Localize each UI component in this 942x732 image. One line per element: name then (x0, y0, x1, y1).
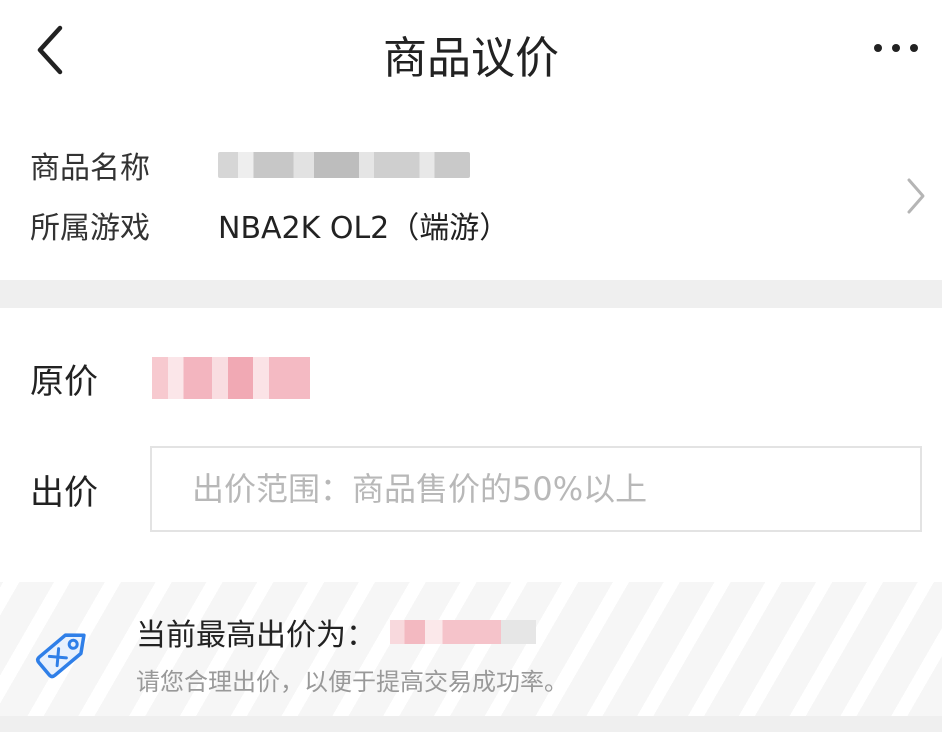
highest-bid-label: 当前最高出价为： (136, 618, 376, 653)
top-nav-bar: 商品议价 (0, 0, 942, 110)
bid-advice-text: 请您合理出价，以便于提高交易成功率。 (136, 668, 568, 696)
product-name-label: 商品名称 (30, 151, 150, 186)
game-row: 所属游戏 NBA2K OL2（端游） (30, 200, 509, 250)
highest-bid-banner: 当前最高出价为： 请您合理出价，以便于提高交易成功率。 (0, 582, 942, 716)
more-horizontal-icon (874, 44, 918, 52)
more-button[interactable] (870, 36, 922, 60)
chevron-right-icon (907, 178, 925, 214)
offer-row: 出价 (30, 446, 922, 532)
highest-bid-line: 当前最高出价为： (136, 610, 536, 654)
redacted-original-price (152, 357, 310, 399)
original-price-row: 原价 (30, 350, 310, 406)
redacted-highest-bid (390, 620, 536, 644)
price-tag-icon (36, 633, 86, 679)
bottom-divider (0, 716, 942, 732)
original-price-label: 原价 (30, 361, 98, 402)
game-value: NBA2K OL2（端游） (218, 211, 510, 246)
product-name-row: 商品名称 (30, 140, 470, 190)
game-label: 所属游戏 (30, 211, 150, 246)
section-divider (0, 280, 942, 308)
offer-price-input[interactable] (150, 446, 922, 532)
product-info-card[interactable]: 商品名称 所属游戏 NBA2K OL2（端游） (0, 110, 942, 280)
offer-label: 出价 (30, 472, 98, 513)
page-title: 商品议价 (383, 33, 559, 84)
redacted-product-name (218, 152, 470, 178)
